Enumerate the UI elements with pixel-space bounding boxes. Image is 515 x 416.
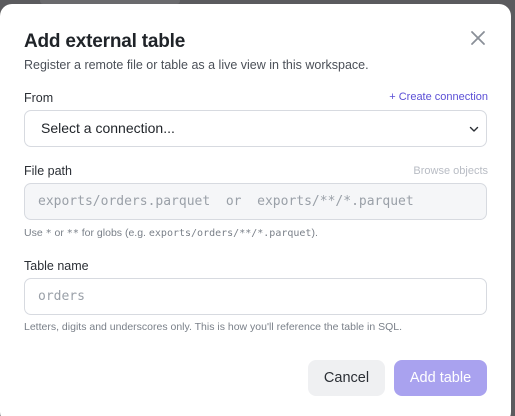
- from-label: From: [24, 91, 54, 105]
- file-path-label: File path: [24, 164, 72, 178]
- cancel-button[interactable]: Cancel: [308, 360, 385, 396]
- table-name-label: Table name: [24, 259, 89, 273]
- close-icon: [471, 31, 485, 45]
- browse-objects-link[interactable]: Browse objects: [413, 165, 488, 177]
- table-name-hint: Letters, digits and underscores only. Th…: [24, 321, 403, 333]
- close-button[interactable]: [466, 26, 490, 50]
- table-name-input[interactable]: [24, 278, 487, 315]
- add-external-table-dialog: Add external table Register a remote fil…: [0, 4, 511, 416]
- file-path-input[interactable]: [24, 183, 487, 220]
- file-path-hint: Use * or ** for globs (e.g. exports/orde…: [24, 227, 318, 239]
- dialog-title: Add external table: [24, 31, 186, 52]
- connection-select[interactable]: Select a connection...: [24, 110, 487, 147]
- chevron-down-icon: [469, 126, 479, 132]
- add-table-button[interactable]: Add table: [394, 360, 487, 396]
- connection-select-value: Select a connection...: [41, 120, 175, 136]
- dialog-subtitle: Register a remote file or table as a liv…: [24, 58, 369, 72]
- create-connection-link[interactable]: + Create connection: [389, 91, 488, 103]
